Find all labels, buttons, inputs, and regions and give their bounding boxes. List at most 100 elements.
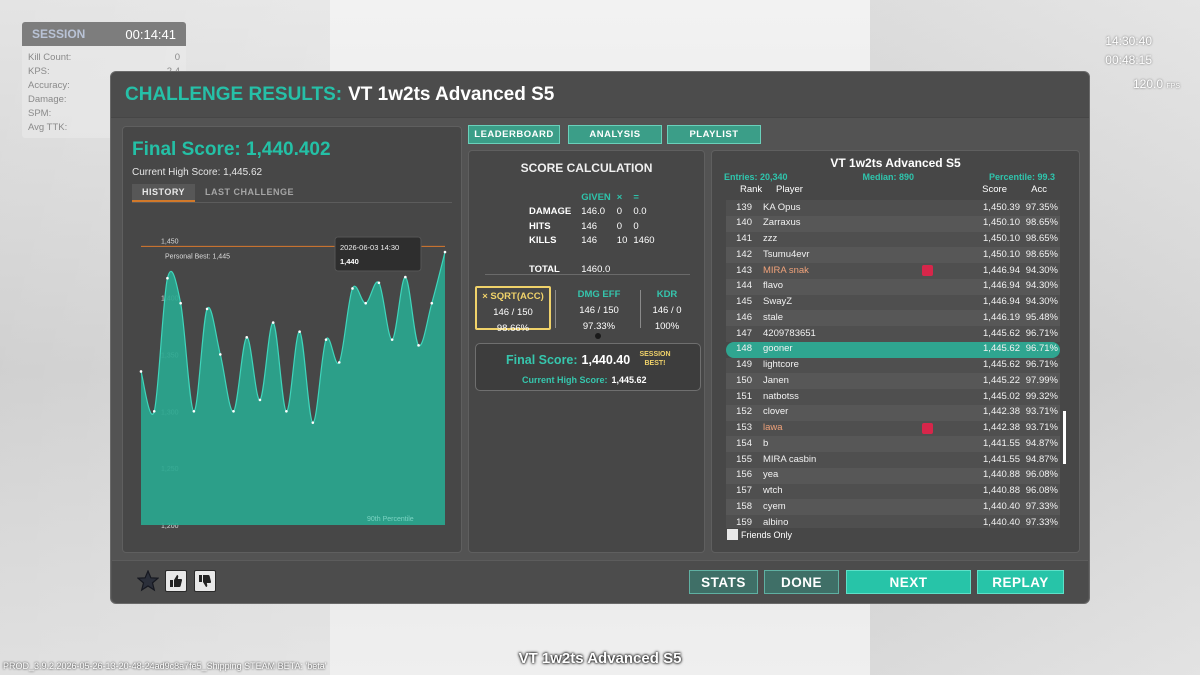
table-row[interactable]: 153 lawa 1,442.38 93.71% (726, 420, 1060, 437)
history-point (205, 307, 209, 311)
row-score: 1,450.39 (983, 201, 1020, 213)
analysis-tab-button[interactable]: ANALYSIS (568, 125, 662, 144)
session-stat-value: 0 (174, 52, 180, 63)
leaderboard-row-self[interactable]: 148 gooner 1,445.62 96.71% (726, 341, 1060, 358)
row-acc: 93.71% (1025, 406, 1058, 418)
current-high-score: Current High Score: 1,445.62 (132, 167, 263, 178)
row-player: yea (763, 469, 779, 481)
entries-count: Entries: 20,340 (724, 172, 788, 182)
score-calculation-panel: SCORE CALCULATION GIVEN × = DAMAGE 146.0… (468, 150, 705, 553)
row-acc: 97.99% (1025, 374, 1058, 386)
challenge-results-dialog: CHALLENGE RESULTS: VT 1w2ts Advanced S5 F… (110, 71, 1090, 604)
row-player: stale (763, 311, 784, 323)
tab-history[interactable]: HISTORY (132, 184, 196, 202)
thumbs-down-button[interactable] (194, 570, 216, 592)
row-score: 1,446.19 (983, 311, 1020, 323)
row-score: 1,445.62 (983, 327, 1020, 339)
session-stat-row: Kill Count: 0 (22, 51, 186, 65)
table-row[interactable]: 159 albino 1,440.40 97.33% (726, 515, 1060, 528)
table-row[interactable]: 149 lightcore 1,445.62 96.71% (726, 357, 1060, 374)
metric-kdr[interactable]: KDR 146 / 0 100% (629, 286, 705, 332)
leaderboard-tab-button[interactable]: LEADERBOARD (468, 125, 560, 144)
history-point (152, 409, 156, 413)
calc-header-times: × (616, 191, 623, 203)
row-rank: 142 (736, 248, 752, 260)
session-stat-label: SPM: (28, 108, 52, 119)
table-row[interactable]: 156 yea 1,440.88 96.08% (726, 467, 1060, 484)
row-rank: 150 (736, 374, 752, 386)
table-row[interactable]: 157 wtch 1,440.88 96.08% (726, 483, 1060, 500)
row-rank: 153 (736, 422, 752, 433)
calc-row-hits: HITS 146 0 0 (529, 220, 639, 232)
table-row[interactable]: 155 MIRA casbin 1,441.55 94.87% (726, 452, 1060, 468)
history-chart[interactable]: 1,4501,4001,3501,3001,2501,200Personal B… (133, 205, 453, 549)
tab-last-challenge[interactable]: LAST CHALLENGE (195, 184, 304, 202)
history-point (285, 409, 288, 413)
table-row[interactable]: 139 KA Opus 1,450.39 97.35% (726, 200, 1060, 216)
table-row[interactable]: 146 stale 1,446.19 95.48% (726, 310, 1060, 326)
stats-button[interactable]: STATS (689, 570, 758, 594)
metric-dmg-eff[interactable]: DMG EFF 146 / 150 97.33% (561, 286, 637, 332)
metric-sqrt-acc[interactable]: × SQRT(ACC) 146 / 150 98.66% (475, 286, 551, 334)
high-score-line: Current High Score: 1,445.62 (522, 375, 647, 385)
table-row[interactable]: 152 clover 1,442.38 93.71% (726, 404, 1060, 421)
next-button[interactable]: NEXT (846, 570, 971, 594)
replay-button[interactable]: REPLAY (977, 570, 1064, 594)
session-best-badge: SESSION BEST! (639, 351, 671, 367)
history-point (258, 398, 262, 402)
table-row[interactable]: 143 MIRA snak 1,446.94 94.30% (726, 263, 1060, 279)
done-button[interactable]: DONE (764, 570, 839, 594)
history-point (166, 276, 169, 280)
table-row[interactable]: 158 cyem 1,440.40 97.33% (726, 499, 1060, 515)
final-score-label: Final Score: (506, 353, 578, 367)
row-score: 1,450.10 (983, 248, 1020, 260)
friends-only-checkbox[interactable] (727, 529, 738, 540)
row-player: zzz (763, 233, 778, 244)
table-row[interactable]: 154 b 1,441.55 94.87% (726, 436, 1060, 452)
leaderboard-rows[interactable]: 139 KA Opus 1,450.39 97.35% 140 Zarraxus 1,450… (726, 200, 1060, 528)
row-rank: 157 (736, 485, 752, 496)
title-scenario: VT 1w2ts Advanced S5 (348, 84, 555, 105)
friends-only-toggle[interactable]: Friends Only (727, 529, 792, 540)
final-score-heading: Final Score: 1,440.402 (132, 139, 331, 160)
leaderboard-panel: VT 1w2ts Advanced S5 Entries: 20,340 Med… (711, 150, 1080, 553)
table-row[interactable]: 141 zzz 1,450.10 98.65% (726, 231, 1060, 248)
row-score: 1,445.62 (983, 359, 1020, 370)
col-acc: Acc (1031, 184, 1047, 195)
row-rank: 152 (736, 406, 752, 418)
leaderboard-scrollbar[interactable] (1063, 411, 1066, 464)
tooltip-date: 2026-06-03 14:30 (340, 243, 399, 252)
history-point (192, 409, 196, 413)
build-info: PROD_3.9.2.2026-05-26-13-20-48-24ad9c8a7… (3, 661, 327, 671)
history-panel: Final Score: 1,440.402 Current High Scor… (122, 126, 462, 553)
row-acc: 94.30% (1025, 264, 1058, 276)
row-player: Zarraxus (763, 217, 801, 229)
table-row[interactable]: 144 flavo 1,446.94 94.30% (726, 278, 1060, 295)
thumbs-up-button[interactable] (165, 570, 187, 592)
row-score: 1,441.55 (983, 453, 1020, 465)
table-row[interactable]: 150 Janen 1,445.22 97.99% (726, 373, 1060, 389)
row-acc: 99.32% (1025, 390, 1058, 402)
thumbs-up-icon (170, 575, 183, 587)
row-player: lawa (763, 422, 783, 433)
table-row[interactable]: 151 natbotss 1,445.02 99.32% (726, 389, 1060, 405)
calc-row-damage: DAMAGE 146.0 0 0.0 (529, 206, 647, 218)
favorite-button[interactable] (136, 569, 160, 592)
table-row[interactable]: 145 SwayZ 1,446.94 94.30% (726, 294, 1060, 311)
row-score: 1,442.38 (983, 422, 1020, 433)
row-rank: 145 (736, 296, 752, 307)
row-acc: 97.33% (1025, 516, 1058, 528)
row-score: 1,440.40 (983, 500, 1020, 512)
playlist-tab-button[interactable]: PLAYLIST (667, 125, 761, 144)
row-acc: 94.30% (1025, 296, 1058, 307)
table-row[interactable]: 140 Zarraxus 1,450.10 98.65% (726, 215, 1060, 232)
row-acc: 96.71% (1025, 359, 1058, 370)
final-score-line: Final Score: 1,440.40 (506, 353, 630, 367)
row-acc: 94.87% (1025, 437, 1058, 449)
table-row[interactable]: 142 Tsumu4evr 1,450.10 98.65% (726, 247, 1060, 263)
table-row[interactable]: 147 4209783651 1,445.62 96.71% (726, 326, 1060, 342)
median-score: Median: 890 (862, 172, 915, 182)
row-rank: 139 (736, 201, 752, 213)
fps-unit: FPS (1166, 83, 1180, 90)
history-area (141, 252, 445, 525)
